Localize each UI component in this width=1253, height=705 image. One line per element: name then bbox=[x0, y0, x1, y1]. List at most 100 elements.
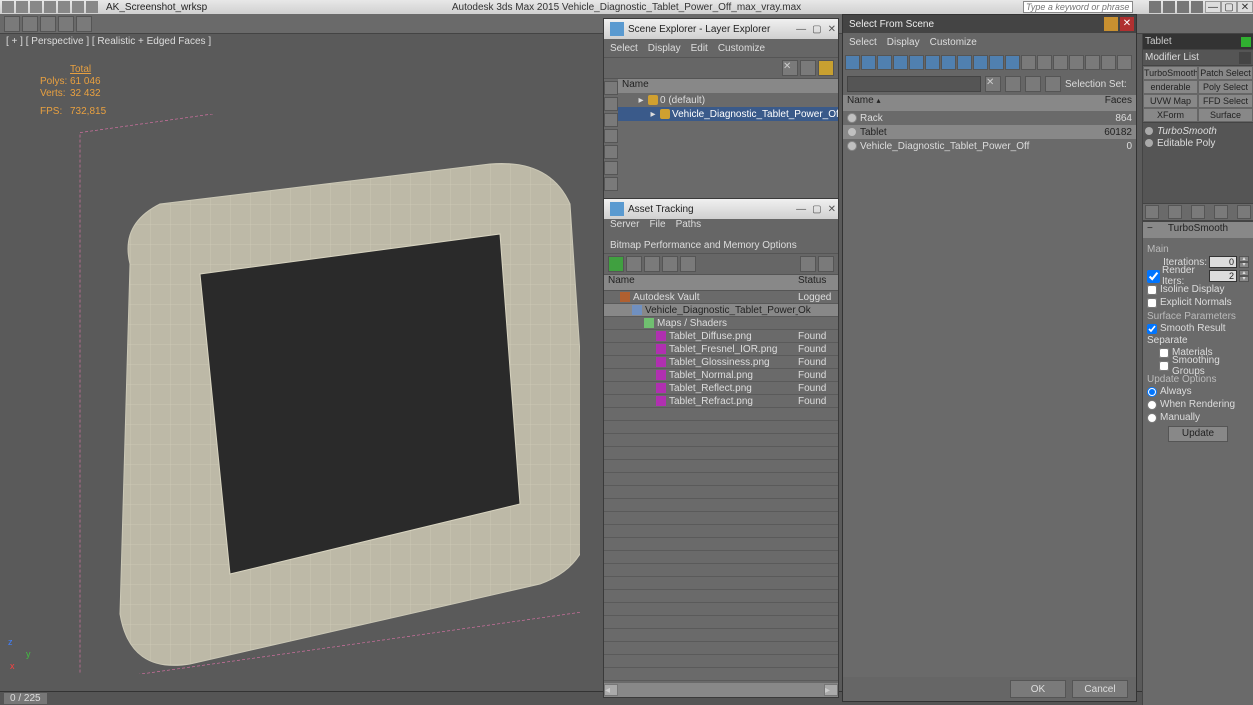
explicit-checkbox[interactable] bbox=[1147, 298, 1157, 308]
manually-radio[interactable] bbox=[1147, 413, 1157, 423]
show-end-result-icon[interactable] bbox=[1168, 205, 1182, 219]
options-icon[interactable] bbox=[818, 256, 834, 272]
search-clear-icon[interactable]: ✕ bbox=[985, 76, 1001, 92]
toolbar-button[interactable] bbox=[22, 16, 38, 32]
update-button[interactable]: Update bbox=[1168, 426, 1228, 442]
filter-xref-icon[interactable] bbox=[957, 55, 972, 70]
workspace-name[interactable]: AK_Screenshot_wrksp bbox=[106, 2, 207, 13]
modifier-toggle-icon[interactable] bbox=[1145, 139, 1153, 147]
object-color-swatch[interactable] bbox=[1241, 37, 1251, 47]
rollout-header[interactable]: − TurboSmooth bbox=[1143, 222, 1253, 238]
asset-row[interactable]: Maps / Shaders bbox=[604, 317, 838, 330]
view-by-hierarchy-icon[interactable] bbox=[818, 60, 834, 76]
object-row[interactable]: Tablet60182 bbox=[843, 125, 1136, 139]
asset-row[interactable]: Tablet_Glossiness.pngFound bbox=[604, 356, 838, 369]
modifier-preset-button[interactable]: Patch Select bbox=[1198, 66, 1253, 80]
asset-row[interactable]: Tablet_Diffuse.pngFound bbox=[604, 330, 838, 343]
minimize-button[interactable]: — bbox=[1205, 1, 1221, 13]
asset-row[interactable]: Tablet_Reflect.pngFound bbox=[604, 382, 838, 395]
smoothing-groups-checkbox[interactable] bbox=[1159, 361, 1169, 371]
object-name-field[interactable]: Tablet bbox=[1143, 34, 1253, 50]
spinner-arrows[interactable]: ▴▾ bbox=[1239, 256, 1249, 268]
close-icon[interactable]: ✕ bbox=[828, 204, 836, 215]
menu-server[interactable]: Server bbox=[610, 219, 639, 230]
filter-geometry-icon[interactable] bbox=[845, 55, 860, 70]
filter-frozen-icon[interactable] bbox=[1005, 55, 1020, 70]
sort-asc-icon[interactable]: ▴ bbox=[876, 96, 880, 105]
menu-customize[interactable]: Customize bbox=[718, 43, 765, 54]
minimize-icon[interactable]: — bbox=[796, 24, 806, 35]
toolbar-button[interactable] bbox=[4, 16, 20, 32]
open-icon[interactable] bbox=[30, 1, 42, 13]
save-icon[interactable] bbox=[44, 1, 56, 13]
toolbar-button[interactable] bbox=[40, 16, 56, 32]
modifier-list-dropdown[interactable]: Modifier List bbox=[1143, 50, 1253, 66]
redo-icon[interactable] bbox=[72, 1, 84, 13]
scroll-right-icon[interactable]: ▸ bbox=[824, 684, 838, 696]
modifier-stack-item[interactable]: Editable Poly bbox=[1145, 137, 1251, 149]
menu-customize[interactable]: Customize bbox=[930, 37, 977, 48]
tool-icon[interactable] bbox=[644, 256, 660, 272]
filter-icon[interactable] bbox=[604, 97, 618, 111]
select-from-list[interactable]: Rack864Tablet60182Vehicle_Diagnostic_Tab… bbox=[843, 111, 1136, 677]
object-row[interactable]: Vehicle_Diagnostic_Tablet_Power_Off0 bbox=[843, 139, 1136, 153]
modifier-preset-button[interactable]: UVW Map bbox=[1143, 94, 1198, 108]
help-icon[interactable] bbox=[800, 256, 816, 272]
maximize-button[interactable]: ▢ bbox=[1221, 1, 1237, 13]
scene-tree-row[interactable]: ▸0 (default) bbox=[618, 93, 838, 107]
make-unique-icon[interactable] bbox=[1191, 205, 1205, 219]
column-header-name[interactable]: Name bbox=[618, 79, 838, 93]
pin-icon[interactable] bbox=[1045, 76, 1061, 92]
xchange-icon[interactable] bbox=[1177, 1, 1189, 13]
find-icon[interactable]: ✕ bbox=[782, 60, 798, 76]
expand-toggle-icon[interactable]: ▸ bbox=[636, 95, 646, 106]
asset-horiz-scrollbar[interactable]: ◂ ▸ bbox=[604, 683, 838, 697]
tool-icon[interactable] bbox=[626, 256, 642, 272]
modifier-preset-button[interactable]: TurboSmooth bbox=[1143, 66, 1198, 80]
filter-groups-icon[interactable] bbox=[941, 55, 956, 70]
col-faces[interactable]: Faces bbox=[1086, 95, 1136, 111]
select-dependent-icon[interactable] bbox=[1117, 55, 1132, 70]
asset-row[interactable]: Autodesk VaultLogged bbox=[604, 291, 838, 304]
filter-icon[interactable] bbox=[604, 177, 618, 191]
maximize-icon[interactable]: ▢ bbox=[812, 204, 821, 215]
minimize-icon[interactable]: — bbox=[796, 204, 806, 215]
signin-icon[interactable] bbox=[1149, 1, 1161, 13]
materials-checkbox[interactable] bbox=[1159, 348, 1169, 358]
close-button[interactable]: ✕ bbox=[1237, 1, 1253, 13]
always-radio[interactable] bbox=[1147, 387, 1157, 397]
asset-row[interactable]: Tablet_Refract.pngFound bbox=[604, 395, 838, 408]
collapse-icon[interactable] bbox=[1085, 55, 1100, 70]
asset-tracking-list[interactable]: Autodesk VaultLoggedVehicle_Diagnostic_T… bbox=[604, 291, 838, 683]
menu-edit[interactable]: Edit bbox=[691, 43, 708, 54]
scene-tree-row[interactable]: ▸Vehicle_Diagnostic_Tablet_Power_Off bbox=[618, 107, 838, 121]
modifier-preset-button[interactable]: FFD Select bbox=[1198, 94, 1253, 108]
project-icon[interactable] bbox=[86, 1, 98, 13]
toolbar-button[interactable] bbox=[58, 16, 74, 32]
tool-icon[interactable] bbox=[680, 256, 696, 272]
help-search-input[interactable] bbox=[1023, 1, 1133, 13]
modifier-preset-button[interactable]: XForm bbox=[1143, 108, 1198, 122]
filter-container-icon[interactable] bbox=[989, 55, 1004, 70]
iterations-field[interactable]: 0 bbox=[1209, 256, 1237, 268]
select-from-title-bar[interactable]: Select From Scene ✕ bbox=[843, 15, 1136, 33]
refresh-icon[interactable] bbox=[608, 256, 624, 272]
filter-cameras-icon[interactable] bbox=[893, 55, 908, 70]
viewport-label[interactable]: [ + ] [ Perspective ] [ Realistic + Edge… bbox=[6, 36, 211, 47]
ok-button[interactable]: OK bbox=[1010, 680, 1066, 698]
help-icon[interactable] bbox=[1191, 1, 1203, 13]
filter-helpers-icon[interactable] bbox=[909, 55, 924, 70]
render-iters-checkbox[interactable] bbox=[1147, 270, 1160, 283]
filter-bone-icon[interactable] bbox=[973, 55, 988, 70]
filter-icon[interactable] bbox=[604, 129, 618, 143]
smooth-result-checkbox[interactable] bbox=[1147, 324, 1157, 334]
modifier-stack-item[interactable]: TurboSmooth bbox=[1145, 125, 1251, 137]
filter-icon[interactable] bbox=[604, 113, 618, 127]
isoline-checkbox[interactable] bbox=[1147, 285, 1157, 295]
asset-row[interactable]: Tablet_Normal.pngFound bbox=[604, 369, 838, 382]
menu-file[interactable]: File bbox=[649, 219, 665, 230]
menu-display[interactable]: Display bbox=[648, 43, 681, 54]
col-name[interactable]: Name bbox=[847, 95, 874, 106]
filter-icon[interactable] bbox=[604, 81, 618, 95]
render-iters-field[interactable]: 2 bbox=[1209, 270, 1237, 282]
